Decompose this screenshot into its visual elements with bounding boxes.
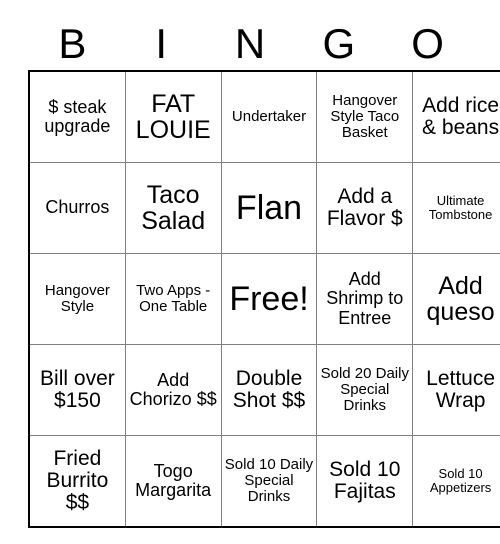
bingo-header: B I N G O [28, 0, 472, 70]
bingo-cell[interactable]: Undertaker [220, 70, 318, 163]
bingo-cell[interactable]: Hangover Style Taco Basket [316, 70, 414, 163]
bingo-cell[interactable]: Lettuce Wrap [412, 344, 500, 436]
bingo-cell[interactable]: Two Apps - One Table [124, 253, 222, 345]
bingo-cell[interactable]: Ultimate Tombstone [412, 162, 500, 254]
bingo-cell[interactable]: Hangover Style [28, 253, 126, 345]
bingo-cell[interactable]: FAT LOUIE [124, 70, 222, 163]
bingo-cell[interactable]: Sold 20 Daily Special Drinks [316, 344, 414, 436]
bingo-row: Bill over $150 Add Chorizo $$ Double Sho… [28, 344, 500, 436]
bingo-cell[interactable]: Add a Flavor $ [316, 162, 414, 254]
header-letter-i: I [155, 20, 168, 67]
bingo-cell[interactable]: Flan [220, 162, 318, 254]
bingo-row: Churros Taco Salad Flan Add a Flavor $ U… [28, 162, 500, 254]
bingo-cell[interactable]: Sold 10 Fajitas [316, 435, 414, 528]
bingo-cell[interactable]: Churros [28, 162, 126, 254]
bingo-cell[interactable]: Bill over $150 [28, 344, 126, 436]
bingo-cell[interactable]: Taco Salad [124, 162, 222, 254]
header-letter-n: N [234, 20, 266, 67]
header-letter-b: B [58, 20, 87, 67]
bingo-cell[interactable]: Add Chorizo $$ [124, 344, 222, 436]
bingo-row: Hangover Style Two Apps - One Table Free… [28, 253, 500, 345]
bingo-cell[interactable]: Togo Margarita [124, 435, 222, 528]
bingo-cell[interactable]: Sold 10 Daily Special Drinks [220, 435, 318, 528]
header-letter-o: O [411, 20, 444, 67]
bingo-cell[interactable]: Double Shot $$ [220, 344, 318, 436]
bingo-card: B I N G O $ steak upgrade FAT LOUIE Unde… [28, 0, 500, 528]
bingo-cell[interactable]: Add queso [412, 253, 500, 345]
bingo-cell[interactable]: $ steak upgrade [28, 70, 126, 163]
bingo-cell[interactable]: Sold 10 Appetizers [412, 435, 500, 528]
bingo-row: $ steak upgrade FAT LOUIE Undertaker Han… [28, 70, 500, 163]
bingo-cell[interactable]: Fried Burrito $$ [28, 435, 126, 528]
bingo-cell-free[interactable]: Free! [220, 253, 318, 345]
header-letter-g: G [322, 20, 356, 67]
bingo-cell[interactable]: Add rice & beans [412, 70, 500, 163]
bingo-row: Fried Burrito $$ Togo Margarita Sold 10 … [28, 435, 500, 528]
bingo-grid: $ steak upgrade FAT LOUIE Undertaker Han… [28, 70, 500, 528]
bingo-cell[interactable]: Add Shrimp to Entree [316, 253, 414, 345]
